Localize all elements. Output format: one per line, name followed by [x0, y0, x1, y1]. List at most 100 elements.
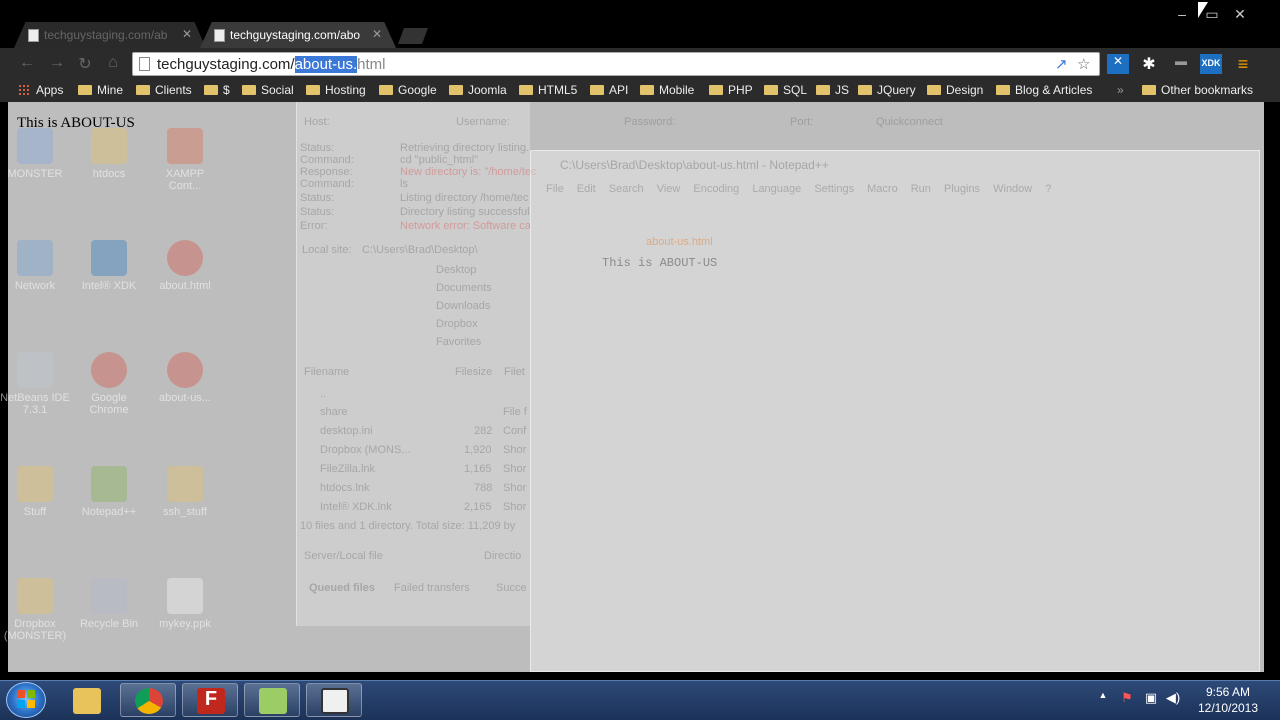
star-icon[interactable]: ☆ — [1077, 55, 1090, 73]
desktop-icon-label: mykey.ppk — [159, 618, 211, 630]
desktop-icon[interactable]: Stuff — [0, 466, 70, 518]
bookmark-jquery[interactable]: JQuery — [858, 83, 916, 97]
fz-tree-item[interactable]: Documents — [436, 282, 492, 294]
fz-local-site-label: Local site: — [302, 244, 352, 256]
bookmark-label: Clients — [155, 83, 192, 97]
show-hidden-icons-icon[interactable]: ▲ — [1094, 690, 1112, 708]
bookmark-dollar[interactable]: $ — [204, 83, 230, 97]
notepadpp-taskbar-button[interactable] — [244, 683, 300, 717]
volume-icon[interactable]: ◀) — [1164, 690, 1182, 708]
apps-grid-icon — [18, 84, 30, 96]
fz-tree-item[interactable]: Favorites — [436, 336, 481, 348]
fz-tree-item[interactable]: Dropbox — [436, 318, 478, 330]
chrome-taskbar-button[interactable] — [120, 683, 176, 717]
xdk-icon[interactable]: XDK — [1200, 54, 1222, 74]
notepadpp-text: This is ABOUT-US — [602, 256, 718, 270]
bookmark-mine[interactable]: Mine — [78, 83, 123, 97]
share-icon[interactable]: ↗ — [1055, 55, 1068, 73]
back-button[interactable]: ← — [16, 54, 38, 74]
chrome-icon — [167, 352, 203, 388]
explorer-taskbar-button[interactable] — [58, 683, 114, 717]
filezilla-taskbar-button[interactable]: F — [182, 683, 238, 717]
bookmark-joomla[interactable]: Joomla — [449, 83, 507, 97]
fz-quickconnect-button[interactable]: Quickconnect — [876, 116, 943, 128]
action-center-flag-icon[interactable]: ⚑ — [1118, 690, 1136, 708]
fz-column-header[interactable]: Filename — [304, 366, 349, 378]
bookmark-sql[interactable]: SQL — [764, 83, 807, 97]
fz-file-type: File f — [503, 406, 527, 418]
desktop-icon-label: Dropbox (MONSTER) — [3, 618, 67, 642]
bookmark-mobile[interactable]: Mobile — [640, 83, 694, 97]
folder-icon — [167, 466, 203, 502]
close-button[interactable]: ✕ — [1226, 6, 1254, 26]
network-icon[interactable]: ▣ — [1142, 690, 1160, 708]
menu-icon[interactable]: ≡ — [1232, 54, 1254, 74]
fz-tab-failed[interactable]: Failed transfers — [394, 582, 470, 594]
system-clock[interactable]: 9:56 AM 12/10/2013 — [1188, 684, 1268, 716]
desktop-icon[interactable]: MONSTER — [0, 128, 70, 180]
fz-file-name[interactable]: Dropbox (MONS... — [320, 444, 410, 456]
bookmark-google[interactable]: Google — [379, 83, 437, 97]
desktop-icon-label: htdocs — [92, 168, 126, 180]
address-bar[interactable]: techguystaging.com/about-us.html ↗ ☆ — [132, 52, 1100, 76]
fz-file-name[interactable]: desktop.ini — [320, 425, 373, 437]
download-icon[interactable]: ▬ — [1170, 54, 1192, 74]
bookmark-js[interactable]: JS — [816, 83, 849, 97]
desktop-icon[interactable]: about.html — [150, 240, 220, 292]
bookmark-social[interactable]: Social — [242, 83, 294, 97]
desktop-icon[interactable]: Google Chrome — [74, 352, 144, 416]
puzzle-icon[interactable]: ✱ — [1138, 54, 1160, 74]
fz-file-name[interactable]: Intel® XDK.lnk — [320, 501, 392, 513]
notepadpp-icon — [91, 466, 127, 502]
notepadpp-tab[interactable]: about-us.html — [646, 236, 713, 248]
tab-inactive[interactable]: techguystaging.com/ab ✕ — [14, 22, 206, 48]
home-button[interactable]: ⌂ — [102, 54, 124, 74]
xdk-x-icon[interactable]: ✕ — [1107, 54, 1129, 74]
bookmark-design[interactable]: Design — [927, 83, 983, 97]
fz-file-name[interactable]: .. — [320, 388, 326, 400]
desktop-icon[interactable]: mykey.ppk — [150, 578, 220, 630]
desktop-icon-label: about-us... — [159, 392, 211, 404]
fz-file-name[interactable]: FileZilla.lnk — [320, 463, 375, 475]
desktop-icon[interactable]: htdocs — [74, 128, 144, 180]
bookmark-apps[interactable]: Apps — [18, 83, 63, 97]
bookmark-php[interactable]: PHP — [709, 83, 753, 97]
fz-tab-queued[interactable]: Queued files — [309, 582, 375, 594]
forward-button[interactable]: → — [46, 54, 68, 74]
desktop-icon[interactable]: NetBeans IDE 7.3.1 — [0, 352, 70, 416]
desktop-icon[interactable]: Notepad++ — [74, 466, 144, 518]
minimize-button[interactable]: – — [1168, 6, 1196, 26]
page-icon — [139, 57, 150, 71]
fz-local-path[interactable]: C:\Users\Brad\Desktop\ — [362, 244, 478, 256]
bookmark-label: $ — [223, 83, 230, 97]
fz-tab-successful[interactable]: Succe — [496, 582, 527, 594]
bookmark-api[interactable]: API — [590, 83, 628, 97]
bookmark-other[interactable]: Other bookmarks — [1142, 83, 1253, 97]
bookmark-html5[interactable]: HTML5 — [519, 83, 577, 97]
netbeans-icon — [17, 352, 53, 388]
desktop-icon[interactable]: Intel® XDK — [74, 240, 144, 292]
tab-close-icon[interactable]: ✕ — [372, 27, 382, 41]
desktop-icon[interactable]: about-us... — [150, 352, 220, 404]
fz-file-name[interactable]: share — [320, 406, 348, 418]
fz-tree-item[interactable]: Downloads — [436, 300, 490, 312]
bookmark-label: Blog & Articles — [1015, 83, 1093, 97]
tab-close-icon[interactable]: ✕ — [182, 27, 192, 41]
reload-button[interactable]: ↻ — [74, 54, 96, 74]
fz-file-name[interactable]: htdocs.lnk — [320, 482, 370, 494]
desktop-icon[interactable]: ssh_stuff — [150, 466, 220, 518]
desktop-icon[interactable]: XAMPP Cont... — [150, 128, 220, 192]
desktop-icon[interactable]: Recycle Bin — [74, 578, 144, 630]
bookmark-blog[interactable]: Blog & Articles — [996, 83, 1092, 97]
bookmark-clients[interactable]: Clients — [136, 83, 192, 97]
fz-log-value: Listing directory /home/tec — [400, 192, 529, 204]
fz-tree-item[interactable]: Desktop — [436, 264, 476, 276]
fz-column-header[interactable]: Filet — [504, 366, 525, 378]
bookmarks-overflow-icon[interactable]: » — [1117, 83, 1124, 97]
fz-column-header[interactable]: Filesize — [455, 366, 492, 378]
tab-active[interactable]: techguystaging.com/abo ✕ — [200, 22, 396, 48]
desktop-icon[interactable]: Dropbox (MONSTER) — [0, 578, 70, 642]
app-window-taskbar-button[interactable] — [306, 683, 362, 717]
desktop-icon[interactable]: Network — [0, 240, 70, 292]
bookmark-hosting[interactable]: Hosting — [306, 83, 366, 97]
